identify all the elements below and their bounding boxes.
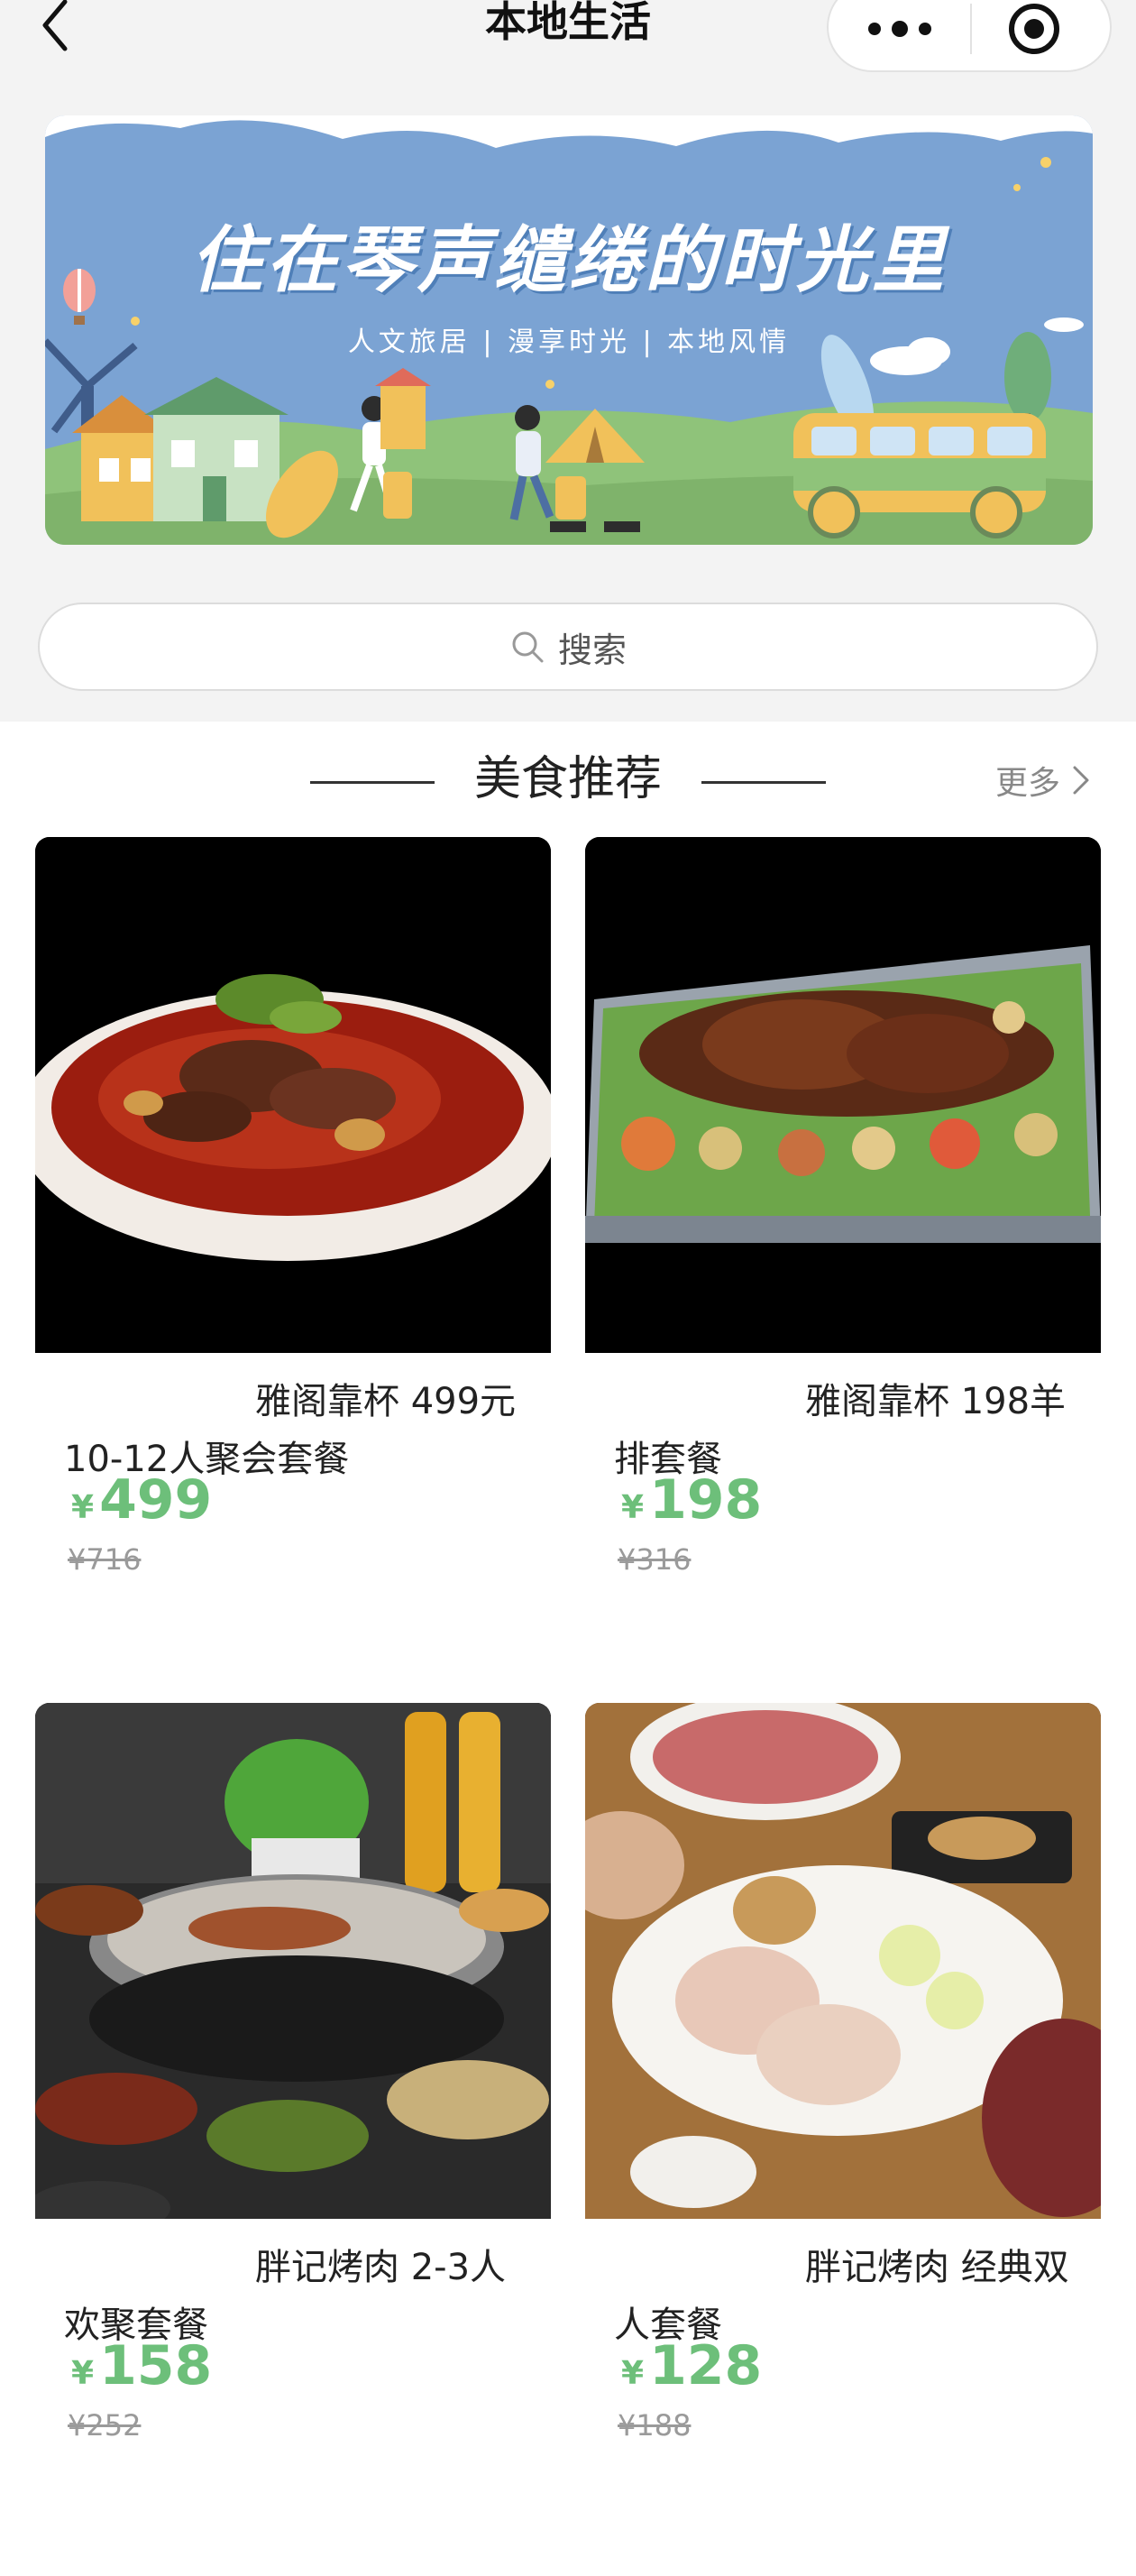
chevron-right-icon: [1073, 766, 1089, 795]
original-price: ¥316: [618, 1542, 692, 1577]
banner-subtitle: 人文旅居 | 漫享时光 | 本地风情: [347, 327, 791, 358]
product-price: ¥ 499: [71, 1468, 212, 1532]
currency-symbol: ¥: [71, 2355, 95, 2392]
search-placeholder: 搜索: [557, 630, 627, 670]
currency-symbol: ¥: [621, 1489, 645, 1526]
currency-symbol: ¥: [621, 2355, 645, 2392]
mini-program-capsule: [827, 0, 1112, 72]
product-image: [35, 1703, 551, 2219]
search-bar[interactable]: 搜索: [38, 603, 1098, 691]
product-image: [585, 837, 1101, 1353]
bbq-spread-photo: [35, 1703, 551, 2219]
search-icon: [512, 631, 544, 663]
grilled-meat-plate-photo: [585, 1703, 1101, 2219]
original-price: ¥716: [68, 1542, 142, 1577]
original-price: ¥252: [68, 2408, 142, 2443]
target-close-icon: [1009, 4, 1059, 54]
product-price: ¥ 158: [71, 2334, 212, 2397]
banner-title: 住在琴声缱绻的时光里: [190, 218, 948, 302]
original-price: ¥188: [618, 2408, 692, 2443]
price-value: 499: [99, 1468, 213, 1532]
lamb-chops-platter-photo: [585, 837, 1101, 1353]
promo-banner[interactable]: 住在琴声缱绻的时光里 人文旅居 | 漫享时光 | 本地风情: [45, 115, 1093, 545]
product-image: [585, 1703, 1101, 2219]
more-link[interactable]: 更多: [995, 758, 1093, 803]
product-image: [35, 837, 551, 1353]
braised-lamb-photo: [35, 837, 551, 1353]
product-price: ¥ 198: [621, 1468, 762, 1532]
price-value: 158: [99, 2334, 213, 2397]
more-options-button[interactable]: [829, 2, 971, 56]
section-divider-right: [701, 781, 826, 784]
close-mini-program-button[interactable]: [971, 2, 1112, 56]
more-label: 更多: [995, 765, 1061, 802]
section-divider-left: [310, 781, 435, 784]
product-price: ¥ 128: [621, 2334, 762, 2397]
more-dots-icon: [868, 21, 931, 37]
price-value: 128: [649, 2334, 763, 2397]
price-value: 198: [649, 1468, 763, 1532]
currency-symbol: ¥: [71, 1489, 95, 1526]
section-title: 美食推荐: [473, 752, 662, 806]
